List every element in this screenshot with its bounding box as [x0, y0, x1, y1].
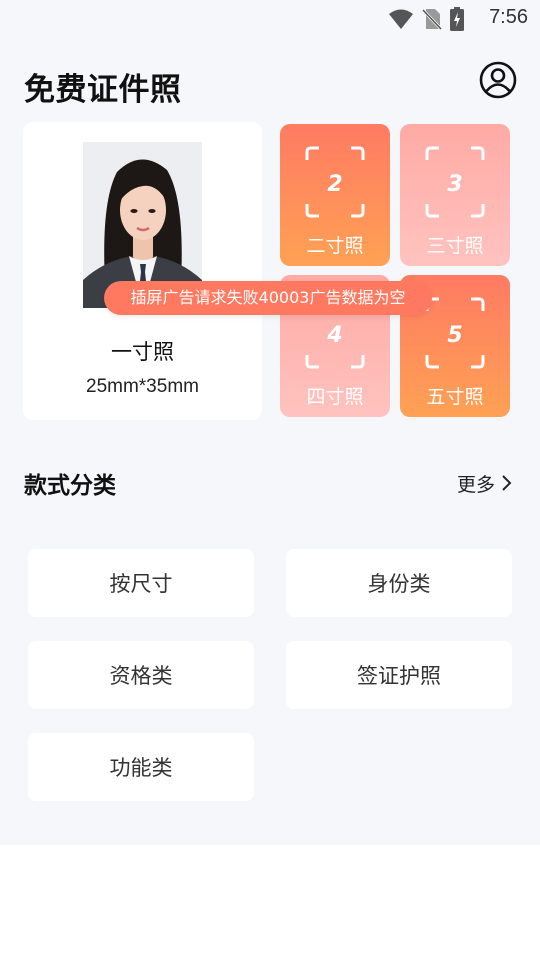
size-number: 2	[327, 172, 342, 197]
category-section-title: 款式分类	[24, 473, 116, 499]
size-tile-label: 二寸照	[306, 235, 364, 257]
ad-error-toast: 插屏广告请求失败40003广告数据为空	[104, 281, 432, 315]
wifi-icon	[389, 9, 413, 29]
photo-frame-icon: 2	[305, 146, 365, 218]
battery-charging-icon	[450, 7, 464, 31]
status-icons	[388, 7, 464, 31]
category-qualification-button[interactable]: 资格类	[28, 641, 254, 709]
page-title: 免费证件照	[24, 72, 182, 108]
size-number: 5	[447, 323, 462, 348]
user-circle-icon	[479, 61, 517, 99]
no-sim-icon	[422, 8, 442, 30]
more-categories-link[interactable]: 更多	[457, 468, 513, 498]
status-bar: 7:56	[0, 0, 540, 36]
category-visa-passport-button[interactable]: 签证护照	[286, 641, 512, 709]
featured-size-label: 一寸照	[111, 340, 174, 364]
featured-size-dimensions: 25mm*35mm	[86, 376, 199, 397]
size-tile-3-inch[interactable]: 3 三寸照	[400, 124, 510, 266]
size-number: 4	[326, 323, 342, 348]
size-tile-2-inch[interactable]: 2 二寸照	[280, 124, 390, 266]
featured-size-card[interactable]: 一寸照 25mm*35mm	[23, 122, 262, 420]
chevron-right-icon	[502, 475, 512, 491]
size-tile-label: 五寸照	[426, 386, 484, 408]
category-id-button[interactable]: 身份类	[286, 549, 512, 617]
more-label: 更多	[457, 473, 496, 496]
size-number: 3	[447, 172, 462, 197]
profile-button[interactable]	[478, 60, 518, 100]
category-by-size-button[interactable]: 按尺寸	[28, 549, 254, 617]
size-tile-label: 四寸照	[306, 386, 364, 408]
photo-frame-icon: 3	[425, 146, 485, 218]
photo-frame-icon: 5	[425, 297, 485, 369]
status-time: 7:56	[489, 6, 528, 28]
category-function-button[interactable]: 功能类	[28, 733, 254, 801]
size-tile-label: 三寸照	[426, 235, 484, 257]
